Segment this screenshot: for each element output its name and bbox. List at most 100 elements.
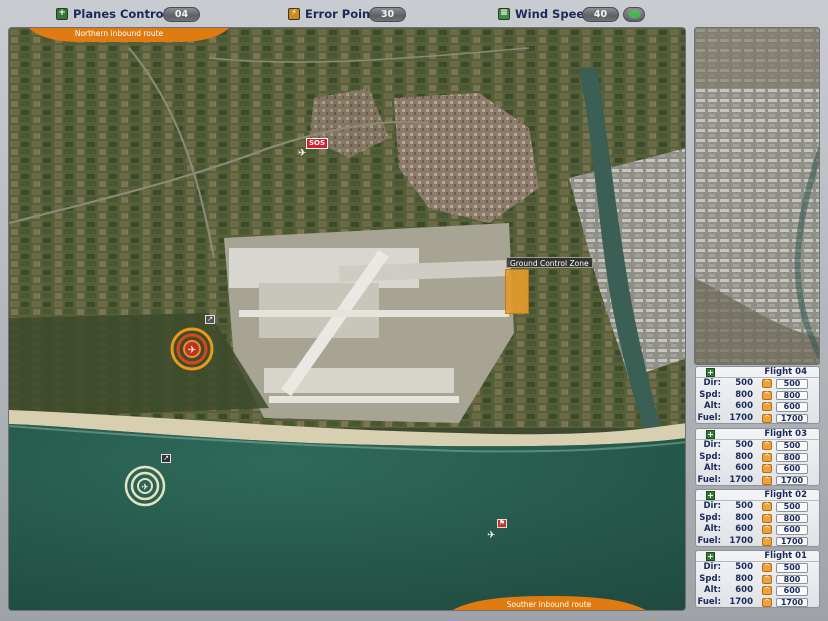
chevron-up-icon[interactable]: ^: [762, 379, 772, 388]
plus-icon[interactable]: +: [706, 368, 715, 377]
chevron-up-icon[interactable]: ^: [762, 402, 772, 411]
flight-panel: + Flight 01 Dir: 500 ^ 500 Spd: 800 ^ 800 Alt: 600 ^…: [695, 550, 820, 608]
chevron-up-icon[interactable]: ^: [762, 563, 772, 572]
flight-panel: + Flight 03 Dir: 500 ^ 500 Spd: 800 ^ 800 Alt: 600 ^…: [695, 428, 820, 486]
param-input[interactable]: 800: [776, 574, 808, 584]
side-map-view[interactable]: [694, 27, 820, 365]
param-value: 500: [735, 501, 753, 511]
plane-icon[interactable]: ✈: [487, 531, 495, 541]
param-label: Dir:: [703, 501, 721, 511]
param-label: Dir:: [703, 378, 721, 388]
chevron-up-icon[interactable]: ^: [762, 525, 772, 534]
param-label: Dir:: [703, 562, 721, 572]
param-value: 600: [735, 524, 753, 534]
flight-title: Flight 02: [764, 490, 807, 500]
ground-control-zone-label: Ground Control Zone: [506, 257, 593, 268]
param-value: 800: [735, 573, 753, 584]
param-input[interactable]: 500: [776, 502, 808, 512]
flight-panel-header[interactable]: + Flight 01: [696, 551, 819, 562]
param-label: Fuel:: [697, 474, 721, 485]
param-input[interactable]: 1700: [776, 536, 808, 546]
chevron-up-icon[interactable]: ^: [762, 536, 772, 546]
direction-flag-icon[interactable]: ↗: [205, 315, 215, 324]
flight-panel: + Flight 04 Dir: 500 ^ 500 Spd: 800 ^ 800 Alt: 600 ^…: [695, 366, 820, 424]
flight-param-row: Alt: 600 ^ 600: [696, 401, 819, 413]
plane-icon[interactable]: ✈: [298, 149, 306, 159]
plus-icon: +: [56, 7, 68, 20]
plus-icon[interactable]: +: [706, 430, 715, 439]
param-input[interactable]: 1700: [776, 597, 808, 607]
param-input[interactable]: 600: [776, 402, 808, 412]
param-input[interactable]: 1700: [776, 475, 808, 485]
chevron-up-icon[interactable]: ^: [762, 441, 772, 450]
flight-panel-header[interactable]: + Flight 03: [696, 429, 819, 440]
flight-panel-header[interactable]: + Flight 02: [696, 490, 819, 501]
chevron-up-icon[interactable]: ^: [762, 513, 772, 523]
param-label: Spd:: [699, 512, 721, 523]
flag-icon[interactable]: ⚑: [497, 519, 507, 528]
wind-status-light: [623, 7, 645, 22]
flight-param-row: Fuel: 1700 ^ 1700: [696, 597, 819, 609]
flight-param-row: Dir: 500 ^ 500: [696, 501, 819, 513]
ground-control-zone[interactable]: [505, 269, 529, 314]
chevron-up-icon[interactable]: ^: [762, 574, 772, 584]
svg-text:✈: ✈: [141, 483, 149, 493]
param-value: 500: [735, 440, 753, 450]
param-input[interactable]: 500: [776, 441, 808, 451]
error-points-value: 30: [369, 7, 406, 22]
param-value: 600: [735, 463, 753, 473]
param-input[interactable]: 500: [776, 379, 808, 389]
incoming-plane-rings[interactable]: ✈: [123, 464, 167, 508]
param-value: 1700: [729, 412, 753, 423]
param-label: Spd:: [699, 389, 721, 400]
param-value: 800: [735, 512, 753, 523]
param-input[interactable]: 800: [776, 513, 808, 523]
param-label: Alt:: [704, 401, 721, 411]
param-value: 800: [735, 451, 753, 462]
flight-panel-header[interactable]: + Flight 04: [696, 367, 819, 378]
selected-plane-rings[interactable]: ✈: [169, 326, 215, 372]
param-input[interactable]: 1700: [776, 413, 808, 423]
chevron-up-icon[interactable]: ^: [762, 586, 772, 595]
wind-speed-value: 40: [582, 7, 619, 22]
chevron-up-icon[interactable]: ^: [762, 502, 772, 511]
param-label: Alt:: [704, 585, 721, 595]
direction-flag-icon[interactable]: ↗: [161, 454, 171, 463]
param-label: Spd:: [699, 573, 721, 584]
flight-param-row: Fuel: 1700 ^ 1700: [696, 413, 819, 425]
flight-param-row: Alt: 600 ^ 600: [696, 585, 819, 597]
chevron-up-icon[interactable]: ^: [762, 390, 772, 400]
flight-param-row: Spd: 800 ^ 800: [696, 390, 819, 402]
param-input[interactable]: 600: [776, 464, 808, 474]
planes-controlled-value: 04: [163, 7, 200, 22]
plus-icon[interactable]: +: [706, 491, 715, 500]
param-value: 1700: [729, 474, 753, 485]
flight-panel: + Flight 02 Dir: 500 ^ 500 Spd: 800 ^ 800 Alt: 600 ^…: [695, 489, 820, 547]
chevron-up-icon[interactable]: ^: [762, 475, 772, 485]
flight-title: Flight 03: [764, 429, 807, 439]
param-label: Alt:: [704, 463, 721, 473]
flight-param-row: Alt: 600 ^ 600: [696, 463, 819, 475]
param-input[interactable]: 600: [776, 586, 808, 596]
flight-param-row: Dir: 500 ^ 500: [696, 440, 819, 452]
flight-param-row: Spd: 800 ^ 800: [696, 574, 819, 586]
chevron-up-icon[interactable]: ^: [762, 597, 772, 607]
param-value: 1700: [729, 596, 753, 607]
chevron-up-icon[interactable]: ^: [762, 452, 772, 462]
param-label: Spd:: [699, 451, 721, 462]
flight-param-row: Spd: 800 ^ 800: [696, 513, 819, 525]
chevron-up-icon[interactable]: ^: [762, 464, 772, 473]
param-value: 600: [735, 585, 753, 595]
chevron-up-icon[interactable]: ^: [762, 413, 772, 423]
wind-speed-label: Wind Speed: [515, 6, 593, 21]
plus-icon[interactable]: +: [706, 552, 715, 561]
airport-map[interactable]: Northern inbound route Souther inbound r…: [8, 27, 686, 611]
wind-icon: ≡: [498, 7, 510, 20]
param-value: 1700: [729, 535, 753, 546]
param-input[interactable]: 800: [776, 390, 808, 400]
param-input[interactable]: 500: [776, 563, 808, 573]
param-input[interactable]: 800: [776, 452, 808, 462]
param-label: Fuel:: [697, 412, 721, 423]
flight-param-row: Fuel: 1700 ^ 1700: [696, 475, 819, 487]
param-input[interactable]: 600: [776, 525, 808, 535]
